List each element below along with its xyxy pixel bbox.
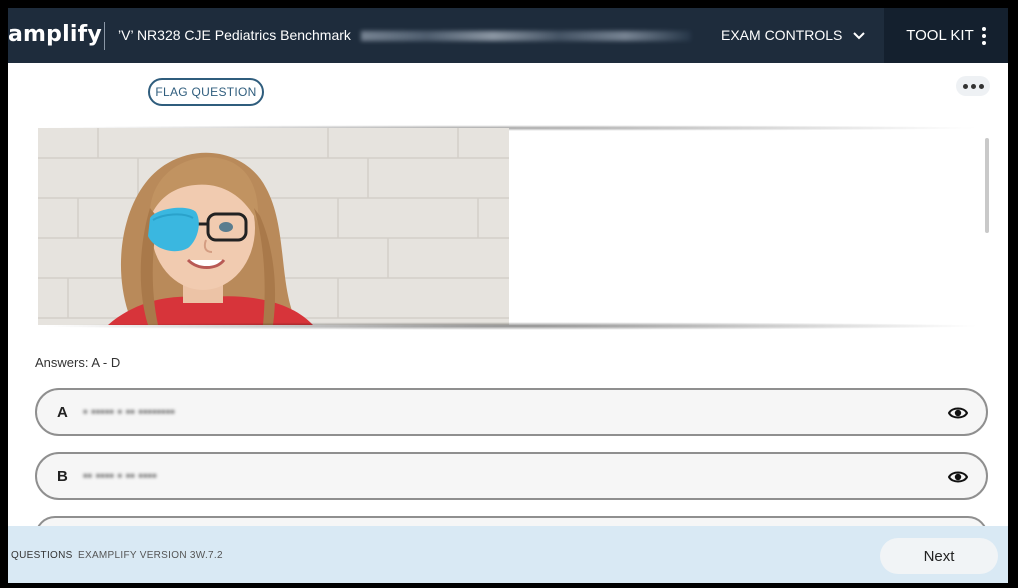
answer-text: •• •••• • •• •••• <box>83 468 157 483</box>
questions-link[interactable]: QUESTIONS <box>11 550 73 561</box>
stem-bottom-shadow <box>38 322 983 330</box>
app-logo: amplify <box>8 22 102 47</box>
header-divider <box>104 22 105 50</box>
answers-range-label: Answers: A - D <box>35 355 121 370</box>
exam-title-text: NR328 CJE Pediatrics Benchmark <box>136 27 351 43</box>
answer-letter: B <box>57 468 68 485</box>
next-button[interactable]: Next <box>880 538 998 574</box>
toolkit-label: TOOL KIT <box>906 27 974 44</box>
flag-question-button[interactable]: FLAG QUESTION <box>148 78 264 106</box>
chevron-down-icon <box>853 32 866 40</box>
eye-icon[interactable] <box>948 468 968 486</box>
version-label: EXAMPLIFY VERSION 3W.7.2 <box>78 550 223 561</box>
answer-option-a[interactable]: A • ••••• • •• •••••••• <box>35 388 988 436</box>
stem-scrollbar[interactable] <box>985 138 989 233</box>
question-stem <box>38 125 983 330</box>
exam-title-redacted <box>360 31 691 42</box>
exam-title: ’V’ NR328 CJE Pediatrics Benchmark <box>118 27 691 43</box>
girl-eye-patch-photo <box>38 128 509 325</box>
exam-window: amplify ’V’ NR328 CJE Pediatrics Benchma… <box>8 8 1008 583</box>
more-options-icon[interactable] <box>956 76 990 96</box>
answer-text: • ••••• • •• •••••••• <box>83 404 175 419</box>
app-header: amplify ’V’ NR328 CJE Pediatrics Benchma… <box>8 8 1008 63</box>
exam-footer: QUESTIONS EXAMPLIFY VERSION 3W.7.2 Next <box>8 526 1008 583</box>
eye-icon[interactable] <box>948 404 968 422</box>
toolkit-button[interactable]: TOOL KIT <box>884 8 1008 63</box>
answer-letter: A <box>57 404 68 421</box>
exam-title-prefix: ’V’ <box>118 27 134 43</box>
question-image <box>38 128 509 325</box>
exam-controls-label: EXAM CONTROLS <box>721 27 843 43</box>
kebab-menu-icon <box>981 26 986 45</box>
exam-controls-button[interactable]: EXAM CONTROLS <box>721 27 866 43</box>
answer-option-b[interactable]: B •• •••• • •• •••• <box>35 452 988 500</box>
